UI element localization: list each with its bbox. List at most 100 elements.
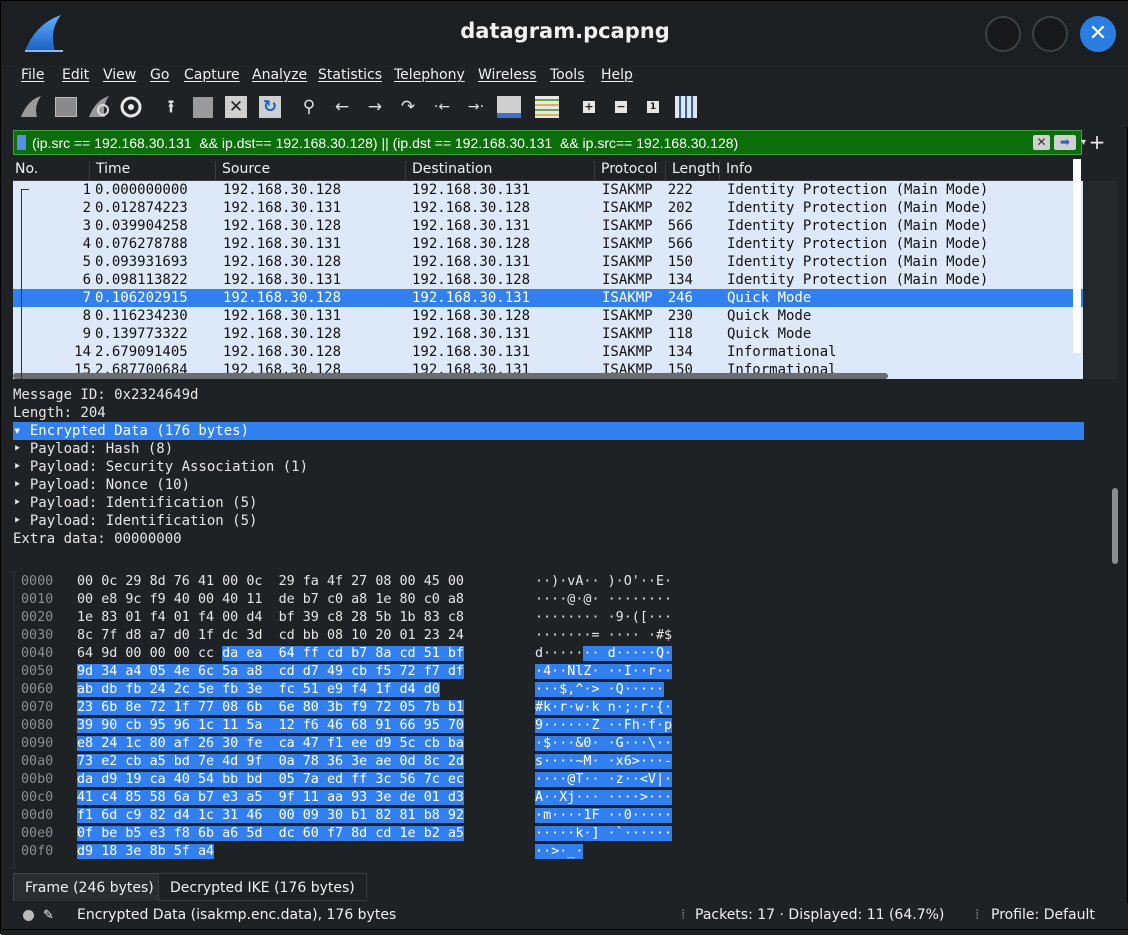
hex-bytes[interactable]: 39 90 cb 95 96 1c 11 5a 12 f6 46 68 91 6… (77, 717, 464, 735)
column-header-time[interactable]: Time (89, 161, 130, 181)
close-file-icon[interactable]: ✕ (225, 96, 247, 118)
column-header-protocol[interactable]: Protocol (594, 161, 657, 181)
hex-bytes[interactable]: e8 24 1c 80 af 26 30 fe ca 47 f1 ee d9 5… (77, 735, 464, 753)
hex-bytes[interactable]: 0f be b5 e3 f8 6b a6 5d dc 60 f7 8d cd 1… (77, 825, 464, 843)
ascii-bytes[interactable]: ·······= ···· ·#$ (535, 627, 672, 645)
find-icon[interactable]: ⚲ (299, 95, 319, 119)
open-file-icon[interactable]: ⭱ (161, 95, 181, 119)
ascii-bytes[interactable]: ·m····1F ··0····· (535, 807, 673, 825)
detail-line-selected[interactable]: ▾ Encrypted Data (176 bytes) (13, 422, 1084, 440)
menu-analyze[interactable]: Analyze (252, 67, 307, 83)
hex-bytes[interactable]: 00 0c 29 8d 76 41 00 0c 29 fa 4f 27 08 0… (77, 573, 464, 591)
start-capture-icon[interactable] (19, 95, 45, 119)
hex-bytes[interactable]: d9 18 3e 8b 5f a4 (77, 843, 215, 861)
detail-line[interactable]: ‣ Payload: Identification (5) (13, 512, 1084, 530)
column-header-info[interactable]: Info (719, 161, 753, 181)
ascii-bytes[interactable]: ········ ·9·([··· (535, 609, 672, 627)
restart-capture-icon[interactable] (87, 95, 113, 119)
ascii-bytes[interactable]: ·$···&0· ·G···\·· (535, 735, 673, 753)
normal-size-icon[interactable]: 1 (647, 101, 659, 113)
packet-row[interactable]: 3 0.039904258 192.168.30.128 192.168.30.131… (13, 217, 1083, 235)
column-header-source[interactable]: Source (215, 161, 270, 181)
menu-go[interactable]: Go (150, 67, 169, 83)
maximize-button[interactable] (1032, 16, 1068, 52)
tab-decrypted-ike[interactable]: Decrypted IKE (176 bytes) (158, 873, 367, 901)
ascii-bytes[interactable]: #k·r·w·k n·;·r·{· (535, 699, 673, 717)
hex-bytes[interactable]: 1e 83 01 f4 01 f4 00 d4 bf 39 c8 28 5b 1… (77, 609, 464, 627)
first-icon[interactable]: ·← (429, 95, 455, 119)
close-button[interactable]: ✕ (1080, 16, 1116, 52)
tab-frame[interactable]: Frame (246 bytes) (13, 873, 166, 901)
reload-icon[interactable]: ↻ (259, 96, 281, 118)
details-vertical-scrollbar[interactable] (1112, 488, 1118, 564)
hex-bytes[interactable]: 8c 7f d8 a7 d0 1f dc 3d cd bb 08 10 20 0… (77, 627, 464, 645)
hex-bytes[interactable]: 64 9d 00 00 00 cc da ea 64 ff cd b7 8a c… (77, 645, 464, 663)
goto-icon[interactable]: ↷ (398, 95, 418, 119)
autoscroll-icon[interactable] (497, 96, 521, 118)
hex-bytes[interactable]: 41 c4 85 58 6a b7 e3 a5 9f 11 aa 93 3e d… (77, 789, 464, 807)
stop-capture-icon[interactable] (55, 97, 77, 117)
detail-line[interactable]: Extra data: 00000000 (13, 530, 1084, 548)
minimize-button[interactable] (985, 16, 1021, 52)
ascii-bytes[interactable]: 9······Z ··Fh·f·p (535, 717, 673, 735)
hex-bytes[interactable]: 9d 34 a4 05 4e 6c 5a a8 cd d7 49 cb f5 7… (77, 663, 464, 681)
detail-line[interactable]: ‣ Payload: Nonce (10) (13, 476, 1084, 494)
ascii-bytes[interactable]: A··Xj··· ····>··· (535, 789, 673, 807)
ascii-bytes[interactable]: ··)·vA·· )·O'··E· (535, 573, 672, 591)
packet-row[interactable]: 14 2.679091405 192.168.30.128 192.168.30.13… (13, 343, 1083, 361)
hex-bytes[interactable]: 23 6b 8e 72 1f 77 08 6b 6e 80 3b f9 72 0… (77, 699, 464, 717)
menu-file[interactable]: File (21, 67, 44, 83)
menu-telephony[interactable]: Telephony (394, 67, 465, 83)
resize-columns-icon[interactable] (675, 96, 697, 118)
colorize-icon[interactable] (535, 96, 559, 118)
bookmark-icon[interactable] (17, 135, 26, 150)
ascii-bytes[interactable]: d······· d·····Q· (535, 645, 673, 663)
column-header-destination[interactable]: Destination (405, 161, 492, 181)
last-icon[interactable]: →· (463, 95, 489, 119)
detail-line[interactable]: ‣ Payload: Identification (5) (13, 494, 1084, 512)
zoom-out-icon[interactable]: − (615, 101, 627, 113)
packet-row-selected[interactable]: 7 0.106202915 192.168.30.128 192.168.30.131… (13, 289, 1083, 307)
packet-row[interactable]: 6 0.098113822 192.168.30.131 192.168.30.128… (13, 271, 1083, 289)
apply-filter-icon[interactable]: ➡ (1054, 135, 1076, 150)
menu-capture[interactable]: Capture (184, 67, 240, 83)
packet-list-vertical-scrollbar[interactable] (1073, 159, 1081, 353)
back-icon[interactable]: ← (332, 95, 352, 119)
detail-line[interactable]: Length: 204 (13, 404, 1084, 422)
ascii-bytes[interactable]: ·4··NlZ· ··I··r·· (535, 663, 673, 681)
options-gear-icon[interactable] (119, 95, 143, 119)
column-header-no[interactable]: No. (13, 161, 38, 181)
packet-row[interactable]: 9 0.139773322 192.168.30.128 192.168.30.131… (13, 325, 1083, 343)
ascii-bytes[interactable]: s····~M· ·x6>···- (535, 753, 673, 771)
edit-comment-icon[interactable]: ✎ (43, 908, 54, 923)
packet-row[interactable]: 1 0.000000000 192.168.30.128 192.168.30.131… (13, 181, 1083, 199)
save-file-icon[interactable] (193, 97, 213, 118)
detail-line[interactable]: ‣ Payload: Hash (8) (13, 440, 1084, 458)
ascii-bytes[interactable]: ·····k·] ·`······ (535, 825, 673, 843)
menu-view[interactable]: View (103, 67, 136, 83)
status-profile[interactable]: Profile: Default (991, 907, 1095, 923)
packet-row[interactable]: 4 0.076278788 192.168.30.131 192.168.30.128… (13, 235, 1083, 253)
zoom-in-icon[interactable]: + (583, 101, 595, 113)
menu-statistics[interactable]: Statistics (318, 67, 382, 83)
hex-bytes[interactable]: 00 e8 9c f9 40 00 40 11 de b7 c0 a8 1e 8… (77, 591, 464, 609)
hex-bytes[interactable]: 73 e2 cb a5 bd 7e 4d 9f 0a 78 36 3e ae 0… (77, 753, 464, 771)
menu-edit[interactable]: Edit (62, 67, 89, 83)
hex-bytes[interactable]: ab db fb 24 2c 5e fb 3e fc 51 e9 f4 1f d… (77, 681, 440, 699)
add-filter-button-icon[interactable]: + (1087, 129, 1107, 155)
expert-info-icon[interactable] (23, 910, 34, 921)
display-filter-input[interactable] (32, 132, 982, 154)
menu-help[interactable]: Help (601, 67, 633, 83)
ascii-bytes[interactable]: ····@·@· ········ (535, 591, 672, 609)
hex-bytes[interactable]: da d9 19 ca 40 54 bb bd 05 7a ed ff 3c 5… (77, 771, 464, 789)
clear-filter-icon[interactable]: ✕ (1033, 135, 1050, 150)
ascii-bytes[interactable]: ···$,^·> ·Q····· (535, 681, 664, 699)
ascii-bytes[interactable]: ··>·_· (535, 843, 584, 861)
detail-line[interactable]: Message ID: 0x2324649d (13, 386, 1084, 404)
ascii-bytes[interactable]: ····@T·· ·z··<V|· (535, 771, 673, 789)
menu-tools[interactable]: Tools (550, 67, 585, 83)
column-header-length[interactable]: Length (665, 161, 720, 181)
packet-list-horizontal-scrollbar[interactable] (13, 373, 888, 379)
hex-bytes[interactable]: f1 6d c9 82 d4 1c 31 46 00 09 30 b1 82 8… (77, 807, 464, 825)
packet-row[interactable]: 5 0.093931693 192.168.30.128 192.168.30.131… (13, 253, 1083, 271)
